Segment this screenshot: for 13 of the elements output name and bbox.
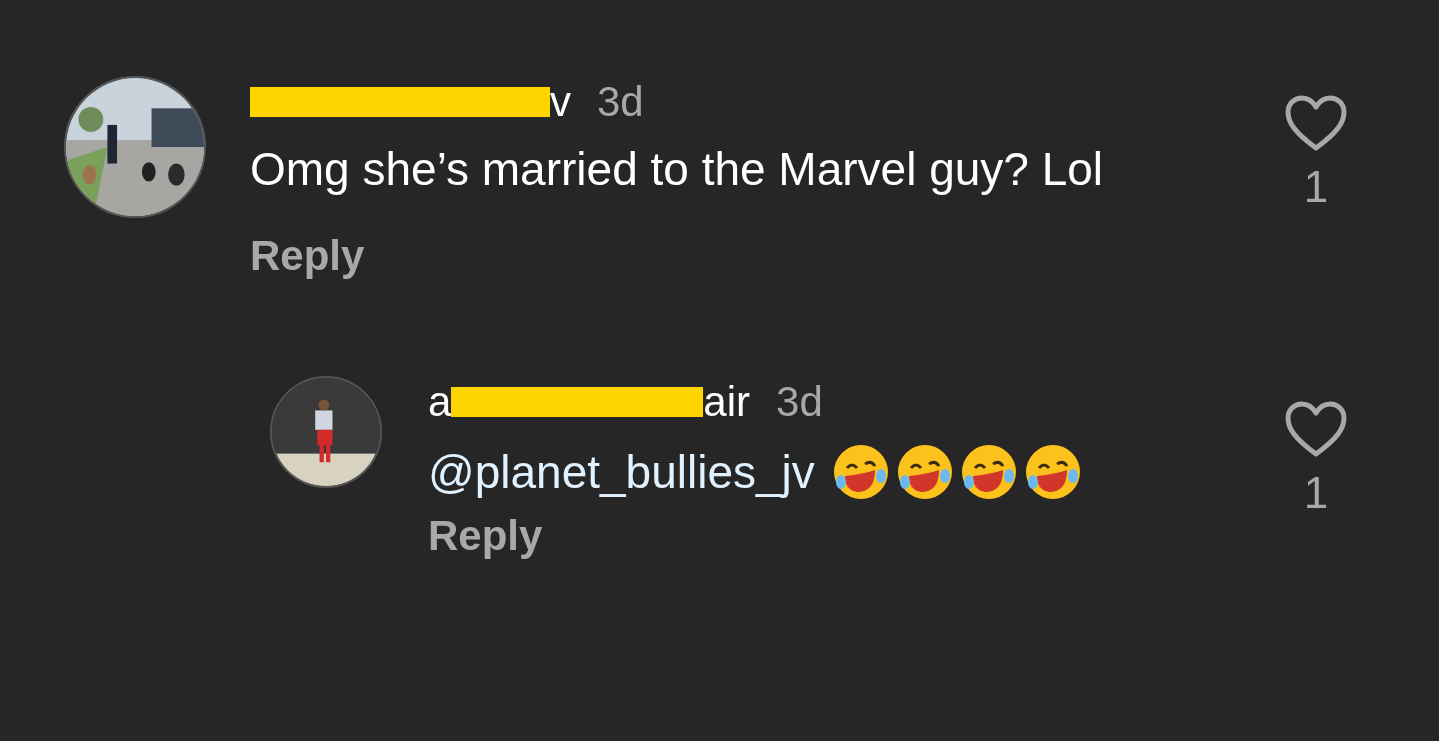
username[interactable]: v xyxy=(550,78,571,126)
comment-text: Omg she’s married to the Marvel guy? Lol xyxy=(250,143,1104,195)
timestamp: 3d xyxy=(597,78,644,126)
username[interactable]: air xyxy=(703,378,751,426)
heart-icon[interactable] xyxy=(1284,400,1348,458)
timestamp: 3d xyxy=(776,378,823,426)
like-count: 1 xyxy=(1303,468,1329,518)
like-count: 1 xyxy=(1303,162,1329,212)
heart-icon[interactable] xyxy=(1284,94,1348,152)
username[interactable]: a xyxy=(428,378,452,426)
reply-button[interactable]: Reply xyxy=(250,232,365,280)
mention-link[interactable]: @planet_bullies_jv xyxy=(428,442,815,502)
reply-button[interactable]: Reply xyxy=(428,512,543,560)
